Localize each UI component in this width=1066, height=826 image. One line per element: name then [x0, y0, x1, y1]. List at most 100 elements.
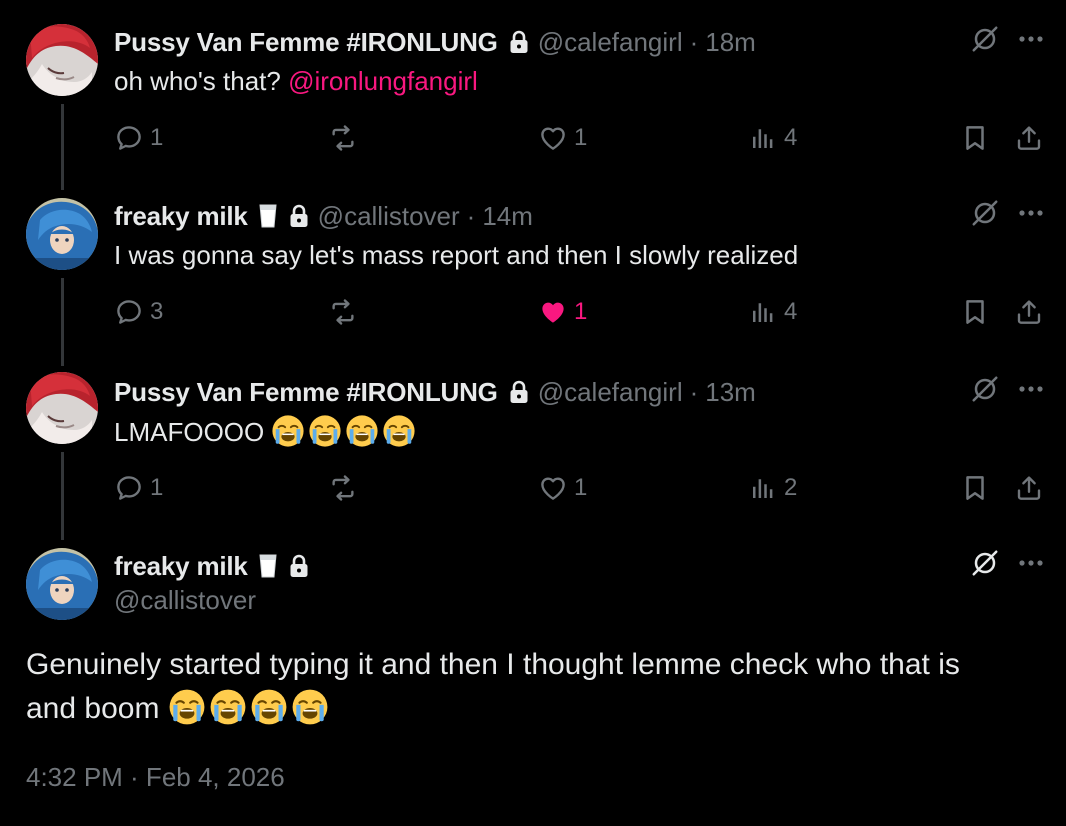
share-icon: [1014, 473, 1044, 503]
post-time[interactable]: 13m: [705, 377, 756, 408]
views-button[interactable]: 4: [748, 292, 797, 332]
post-text-content: LMAFOOOO: [114, 417, 272, 447]
main-post-text: Genuinely started typing it and then I t…: [26, 643, 1036, 731]
separator: ·: [689, 26, 699, 57]
more-icon[interactable]: [1018, 559, 1044, 567]
loudly-crying-face-emoji: [382, 414, 416, 448]
loudly-crying-face-emoji: [209, 688, 247, 726]
like-button[interactable]: 1: [538, 118, 587, 158]
mention-link[interactable]: @ironlungfangirl: [288, 66, 478, 96]
like-count: 1: [574, 124, 588, 151]
post-menu-group: [970, 198, 1044, 228]
conversation-thread: Pussy Van Femme #IRONLUNG @calefangirl ·…: [0, 0, 1066, 826]
display-name[interactable]: Pussy Van Femme #IRONLUNG: [114, 377, 498, 408]
repost-icon: [328, 297, 358, 327]
grok-icon[interactable]: [970, 374, 1000, 404]
lock-icon: [288, 554, 310, 578]
reply-button[interactable]: 1: [114, 468, 163, 508]
views-button[interactable]: 2: [748, 468, 797, 508]
user-handle[interactable]: @calefangirl: [538, 27, 683, 58]
repost-button[interactable]: [328, 468, 358, 508]
more-icon[interactable]: [1018, 385, 1044, 393]
user-handle[interactable]: @callistover: [114, 585, 256, 616]
share-button[interactable]: [1014, 292, 1044, 332]
main-post-text-line: and boom: [26, 687, 1036, 731]
post-menu-group: [970, 374, 1044, 404]
display-name[interactable]: freaky milk: [114, 551, 248, 582]
like-count: 1: [574, 474, 588, 501]
milk-glass-icon: [258, 203, 278, 229]
loudly-crying-face-emoji: [291, 688, 329, 726]
share-icon: [1014, 123, 1044, 153]
action-bar: 3 1 4: [0, 292, 1066, 332]
post-text-content: oh who's that?: [114, 66, 289, 96]
views-icon: [748, 123, 778, 153]
share-icon: [1014, 297, 1044, 327]
lock-icon: [288, 204, 310, 228]
user-handle[interactable]: @callistover: [318, 201, 460, 232]
display-name[interactable]: freaky milk: [114, 201, 248, 232]
separator: ·: [466, 200, 476, 231]
reply-count: 1: [150, 124, 164, 151]
reply-button[interactable]: 3: [114, 292, 163, 332]
like-button[interactable]: 1: [538, 468, 587, 508]
views-button[interactable]: 4: [748, 118, 797, 158]
like-count: 1: [574, 298, 588, 325]
heart-icon: [538, 297, 568, 327]
avatar[interactable]: [26, 24, 98, 96]
bookmark-button[interactable]: [960, 118, 990, 158]
repost-button[interactable]: [328, 292, 358, 332]
loudly-crying-face-emoji: [308, 414, 342, 448]
more-icon[interactable]: [1018, 35, 1044, 43]
share-button[interactable]: [1014, 118, 1044, 158]
action-bar: 1 1 2: [0, 468, 1066, 508]
bookmark-icon: [960, 297, 990, 327]
action-bar: 1 1 4: [0, 118, 1066, 158]
lock-icon: [508, 380, 530, 404]
reply-count: 3: [150, 298, 164, 325]
post-menu-group: [970, 24, 1044, 54]
avatar[interactable]: [26, 372, 98, 444]
bookmark-icon: [960, 473, 990, 503]
avatar[interactable]: [26, 198, 98, 270]
like-button[interactable]: 1: [538, 292, 587, 332]
lock-icon: [508, 30, 530, 54]
grok-icon[interactable]: [970, 198, 1000, 228]
separator: ·: [689, 376, 699, 407]
main-post-text-content: and boom: [26, 692, 168, 725]
views-count: 2: [784, 474, 798, 501]
views-icon: [748, 473, 778, 503]
more-icon[interactable]: [1018, 209, 1044, 217]
views-icon: [748, 297, 778, 327]
display-name[interactable]: Pussy Van Femme #IRONLUNG: [114, 27, 498, 58]
reply-icon: [114, 123, 144, 153]
reply-icon: [114, 473, 144, 503]
heart-icon: [538, 123, 568, 153]
post-text: LMAFOOOO: [114, 414, 419, 448]
post-time[interactable]: 18m: [705, 27, 756, 58]
post-menu-group: [970, 548, 1044, 578]
post-timestamp[interactable]: 4:32 PM · Feb 4, 2026: [26, 762, 285, 793]
milk-glass-icon: [258, 553, 278, 579]
post-time[interactable]: 14m: [482, 201, 533, 232]
grok-icon[interactable]: [970, 548, 1000, 578]
bookmark-icon: [960, 123, 990, 153]
reply-count: 1: [150, 474, 164, 501]
post-text: I was gonna say let's mass report and th…: [114, 240, 799, 270]
loudly-crying-face-emoji: [271, 414, 305, 448]
share-button[interactable]: [1014, 468, 1044, 508]
repost-icon: [328, 473, 358, 503]
avatar[interactable]: [26, 548, 98, 620]
grok-icon[interactable]: [970, 24, 1000, 54]
bookmark-button[interactable]: [960, 468, 990, 508]
post-text: oh who's that? @ironlungfangirl: [114, 66, 478, 97]
views-count: 4: [784, 298, 798, 325]
heart-icon: [538, 473, 568, 503]
reply-button[interactable]: 1: [114, 118, 163, 158]
main-post-text-line: Genuinely started typing it and then I t…: [26, 648, 960, 681]
reply-icon: [114, 297, 144, 327]
user-handle[interactable]: @calefangirl: [538, 377, 683, 408]
bookmark-button[interactable]: [960, 292, 990, 332]
repost-button[interactable]: [328, 118, 358, 158]
loudly-crying-face-emoji: [345, 414, 379, 448]
